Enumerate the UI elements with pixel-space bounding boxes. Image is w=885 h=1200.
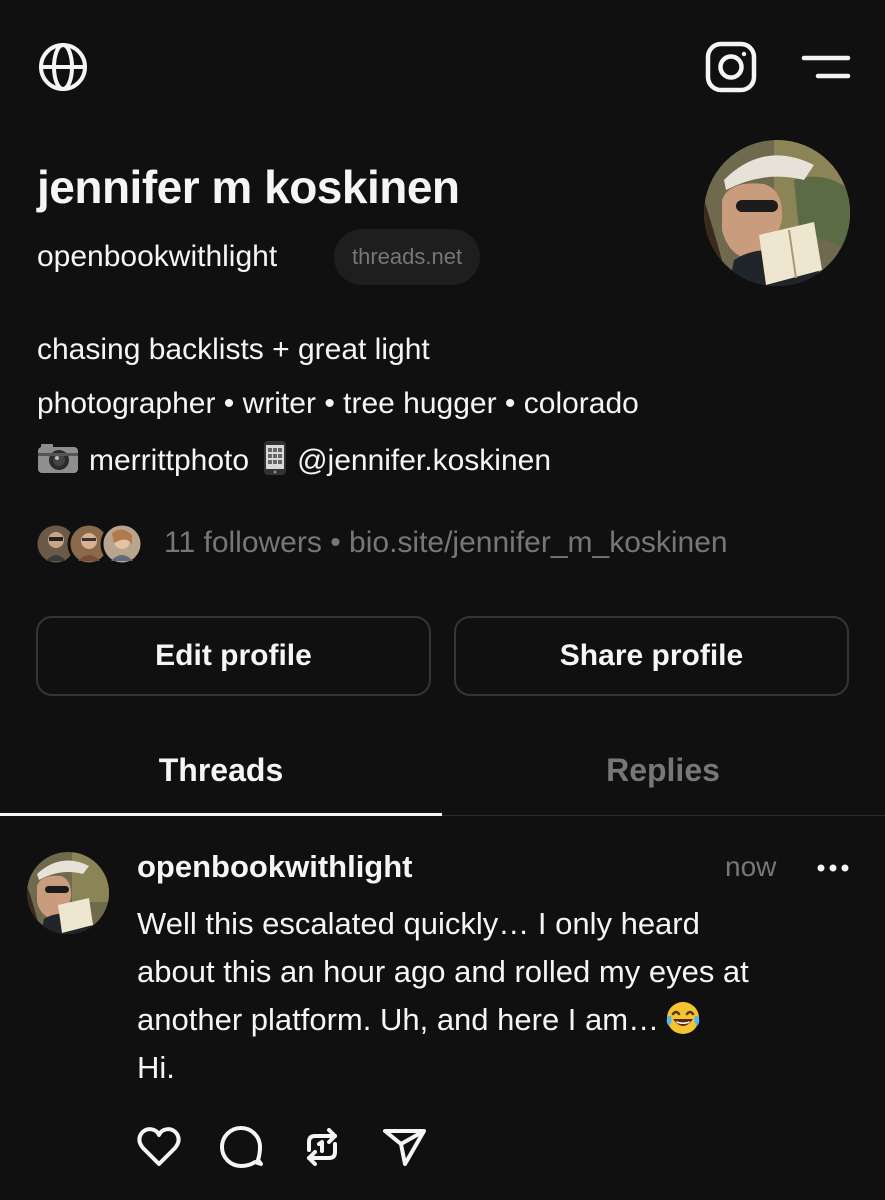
followers-separator: •	[321, 526, 350, 559]
heart-icon[interactable]	[134, 1122, 184, 1172]
followers-line: 11 followers • bio.site/jennifer_m_koski…	[164, 526, 728, 560]
bio-instagram-handle[interactable]: @jennifer.koskinen	[297, 444, 551, 477]
more-options-icon[interactable]	[815, 856, 851, 880]
profile-handle: openbookwithlight	[37, 240, 278, 273]
edit-profile-button[interactable]: Edit profile	[36, 616, 431, 696]
tab-threads[interactable]: Threads	[0, 746, 442, 816]
bio-photo-handle[interactable]: merrittphoto	[89, 444, 249, 477]
profile-link[interactable]: bio.site/jennifer_m_koskinen	[349, 526, 728, 559]
domain-badge[interactable]: threads.net	[334, 229, 481, 285]
laughing-emoji-icon	[665, 1000, 701, 1036]
send-icon[interactable]	[379, 1122, 429, 1172]
camera-emoji-icon	[37, 442, 79, 474]
post-text-line: about this an hour ago and rolled my eye…	[137, 954, 749, 989]
instagram-icon[interactable]	[704, 40, 758, 94]
post-text-line: another platform. Uh, and here I am…	[137, 996, 857, 1044]
follower-avatars[interactable]	[34, 521, 144, 567]
post-timestamp: now	[725, 851, 777, 882]
post-avatar[interactable]	[27, 852, 109, 934]
menu-icon[interactable]	[800, 50, 852, 84]
globe-icon[interactable]	[36, 40, 90, 94]
profile-name: jennifer m koskinen	[37, 161, 460, 213]
share-profile-button[interactable]: Share profile	[454, 616, 849, 696]
active-tab-indicator	[0, 813, 442, 816]
bio-line-3: merrittphoto @jennifer.koskinen	[37, 440, 551, 478]
post-body: Well this escalated quickly… I only hear…	[137, 900, 857, 1092]
bio-line-1: chasing backlists + great light	[37, 333, 430, 366]
post-text-line: Well this escalated quickly… I only hear…	[137, 906, 700, 941]
tab-replies[interactable]: Replies	[442, 746, 884, 816]
post-text-fragment: another platform. Uh, and here I am…	[137, 1002, 660, 1037]
post-text-line: Hi.	[137, 1050, 175, 1085]
repost-icon[interactable]	[297, 1122, 347, 1172]
followers-count[interactable]: 11 followers	[164, 526, 322, 559]
bio-line-2: photographer • writer • tree hugger • co…	[37, 387, 639, 420]
profile-avatar[interactable]	[704, 140, 850, 286]
comment-icon[interactable]	[216, 1122, 266, 1172]
post-username[interactable]: openbookwithlight	[137, 849, 413, 885]
phone-emoji-icon	[263, 440, 287, 476]
